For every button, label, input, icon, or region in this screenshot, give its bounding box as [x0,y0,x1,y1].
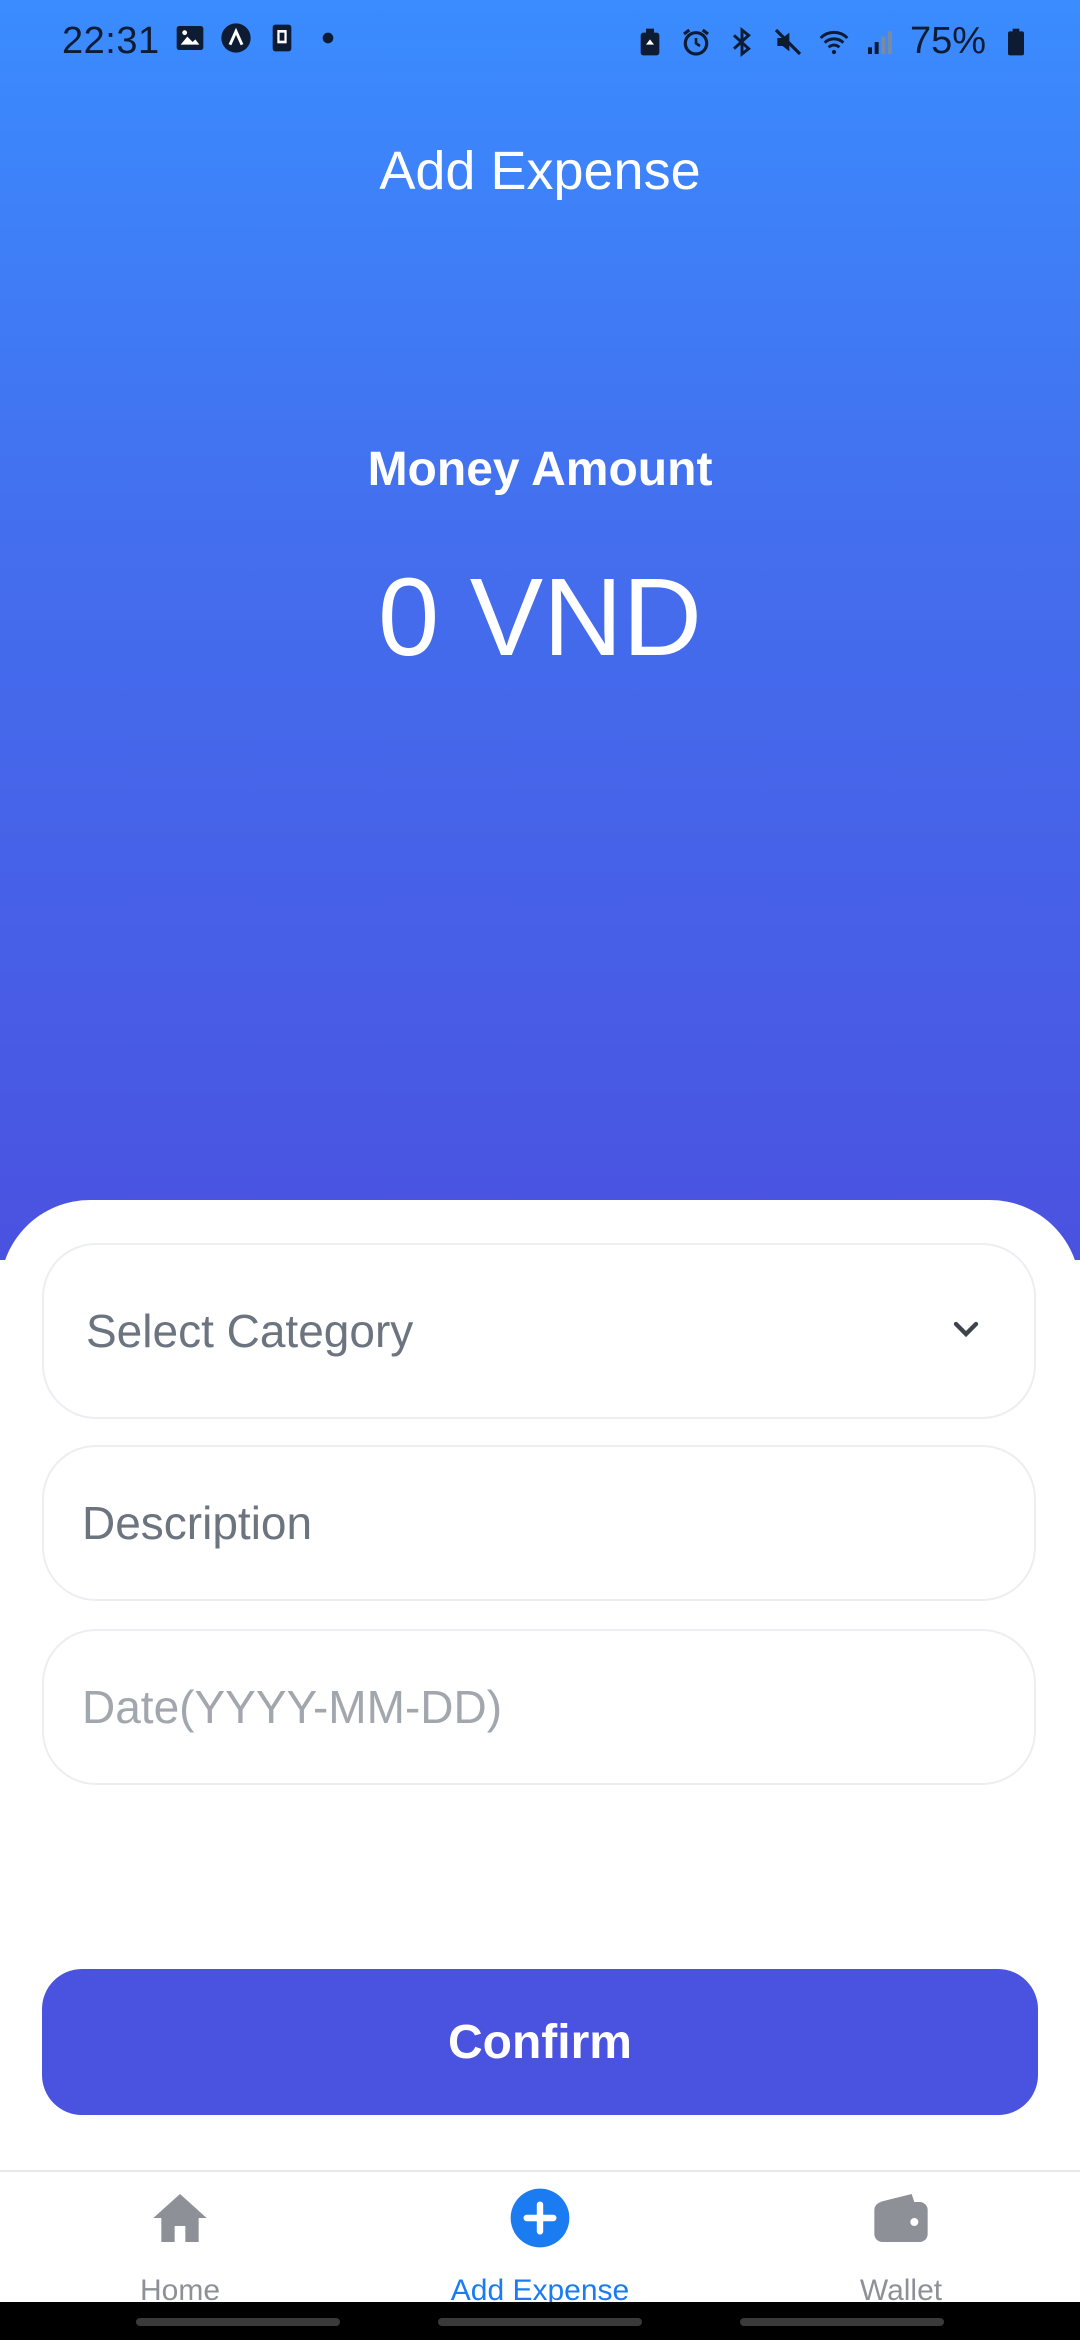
confirm-button-label: Confirm [448,2015,632,2069]
gallery-icon [176,26,204,50]
status-right-icons: 75% [634,20,1032,63]
battery-percent: 75% [909,20,986,62]
amount-value[interactable]: 0 VND [0,554,1080,681]
status-bar: 22:31 75% [0,0,1080,80]
page-title: Add Expense [379,141,701,201]
amount-label: Money Amount [367,443,713,496]
category-select-value: Select Category [86,1305,414,1357]
home-pill[interactable] [438,2318,642,2326]
recents-pill[interactable] [136,2318,340,2326]
alarm-icon [682,28,709,56]
sim-icon [272,24,292,52]
home-icon [153,2194,207,2242]
app-a-icon [221,23,251,53]
nav-item-home[interactable]: Home [30,2186,330,2308]
status-left-icons [174,22,344,54]
nav-item-wallet[interactable]: Wallet [751,2186,1051,2308]
recycle-icon [640,28,660,55]
mute-icon [774,28,802,55]
confirm-button[interactable]: Confirm [42,1969,1038,2115]
nav-item-add-expense[interactable]: Add Expense [390,2186,690,2308]
wifi-icon [819,30,849,54]
bluetooth-icon [732,26,751,57]
status-time: 22:31 [62,20,160,62]
category-select[interactable]: Select Category [42,1243,1036,1419]
back-pill[interactable] [740,2318,944,2326]
gesture-bar [0,2302,1080,2340]
signal-icon [867,30,892,54]
dot-icon [322,32,334,44]
bottom-nav: Home Add Expense Wallet [0,2170,1080,2307]
battery-icon [1008,28,1024,55]
plus-circle-icon [510,2188,570,2248]
date-input[interactable]: Date(YYYY-MM-DD) [42,1629,1036,1785]
description-input[interactable]: Description [42,1445,1036,1601]
description-placeholder: Description [82,1497,313,1549]
date-placeholder: Date(YYYY-MM-DD) [82,1681,503,1733]
wallet-icon [874,2194,928,2242]
chevron-down-icon [953,1321,979,1338]
